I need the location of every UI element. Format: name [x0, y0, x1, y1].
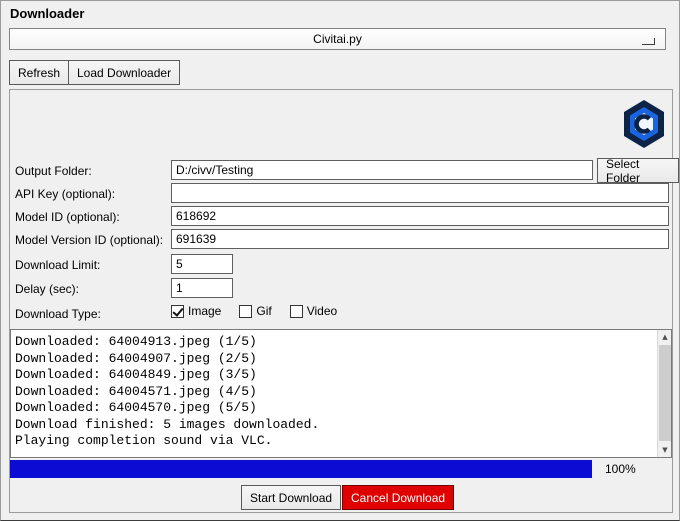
selected-script-label: Civitai.py	[313, 32, 362, 46]
image-checkbox[interactable]	[171, 304, 184, 318]
civitai-logo-icon	[624, 100, 664, 148]
log-output[interactable]: Downloaded: 64004913.jpeg (1/5) Download…	[10, 329, 672, 458]
log-line: Downloaded: 64004907.jpeg (2/5)	[15, 350, 257, 366]
gif-checkbox[interactable]	[239, 304, 253, 318]
load-downloader-button-label: Load Downloader	[77, 65, 172, 80]
api-key-label: API Key (optional):	[15, 187, 116, 201]
scrollbar-thumb[interactable]	[659, 345, 671, 441]
start-download-button[interactable]: Start Download	[241, 485, 342, 510]
log-lines: Downloaded: 64004913.jpeg (1/5) Download…	[15, 334, 653, 450]
delay-label: Delay (sec):	[15, 282, 80, 296]
image-checkbox-label: Image	[188, 304, 222, 318]
gif-checkbox-label: Gif	[256, 304, 272, 318]
model-id-label: Model ID (optional):	[15, 210, 120, 224]
video-checkbox[interactable]	[289, 304, 303, 318]
cancel-download-button-label: Cancel Download	[351, 490, 446, 505]
api-key-input[interactable]	[171, 183, 669, 203]
downloader-window: Downloader Civitai.py Refresh Load Downl…	[0, 0, 680, 521]
log-line: Downloaded: 64004849.jpeg (3/5)	[15, 367, 257, 382]
window-title: Downloader	[10, 6, 85, 21]
dropdown-indicator-icon	[642, 38, 655, 45]
log-line: Downloaded: 64004571.jpeg (4/5)	[15, 383, 257, 399]
delay-input[interactable]	[171, 278, 233, 298]
progress-bar	[10, 460, 592, 478]
output-folder-label: Output Folder:	[15, 164, 92, 178]
video-checkbox-group[interactable]: Video	[289, 304, 338, 318]
model-version-id-input[interactable]	[171, 229, 669, 249]
progress-percent: 100%	[605, 462, 636, 476]
video-checkbox-label: Video	[306, 304, 338, 318]
gif-checkbox-group[interactable]: Gif	[239, 304, 272, 318]
output-folder-input[interactable]	[171, 160, 593, 180]
log-line: Playing completion sound via VLC.	[15, 433, 273, 448]
progress-fill	[10, 460, 592, 478]
image-checkbox-group[interactable]: Image	[171, 304, 221, 318]
download-limit-label: Download Limit:	[15, 258, 101, 272]
refresh-button[interactable]: Refresh	[9, 60, 70, 85]
model-id-input[interactable]	[171, 206, 669, 226]
model-version-id-label: Model Version ID (optional):	[15, 233, 164, 247]
cancel-download-button[interactable]: Cancel Download	[342, 485, 455, 510]
log-line: Downloaded: 64004913.jpeg (1/5)	[15, 334, 257, 349]
log-line: Downloaded: 64004570.jpeg (5/5)	[15, 400, 257, 415]
download-limit-input[interactable]	[171, 254, 233, 274]
start-download-button-label: Start Download	[250, 490, 333, 505]
scroll-up-icon[interactable]: ▲	[658, 330, 671, 344]
log-scrollbar[interactable]: ▲ ▼	[657, 330, 671, 457]
select-folder-button-label: Select Folder	[606, 156, 641, 185]
downloader-script-select[interactable]: Civitai.py	[9, 28, 666, 50]
log-line: Download finished: 5 images downloaded.	[15, 416, 320, 432]
select-folder-button[interactable]: Select Folder	[597, 156, 679, 185]
load-downloader-button[interactable]: Load Downloader	[68, 60, 181, 85]
scroll-down-icon[interactable]: ▼	[658, 443, 671, 457]
download-type-label: Download Type:	[15, 307, 101, 321]
refresh-button-label: Refresh	[18, 65, 61, 80]
